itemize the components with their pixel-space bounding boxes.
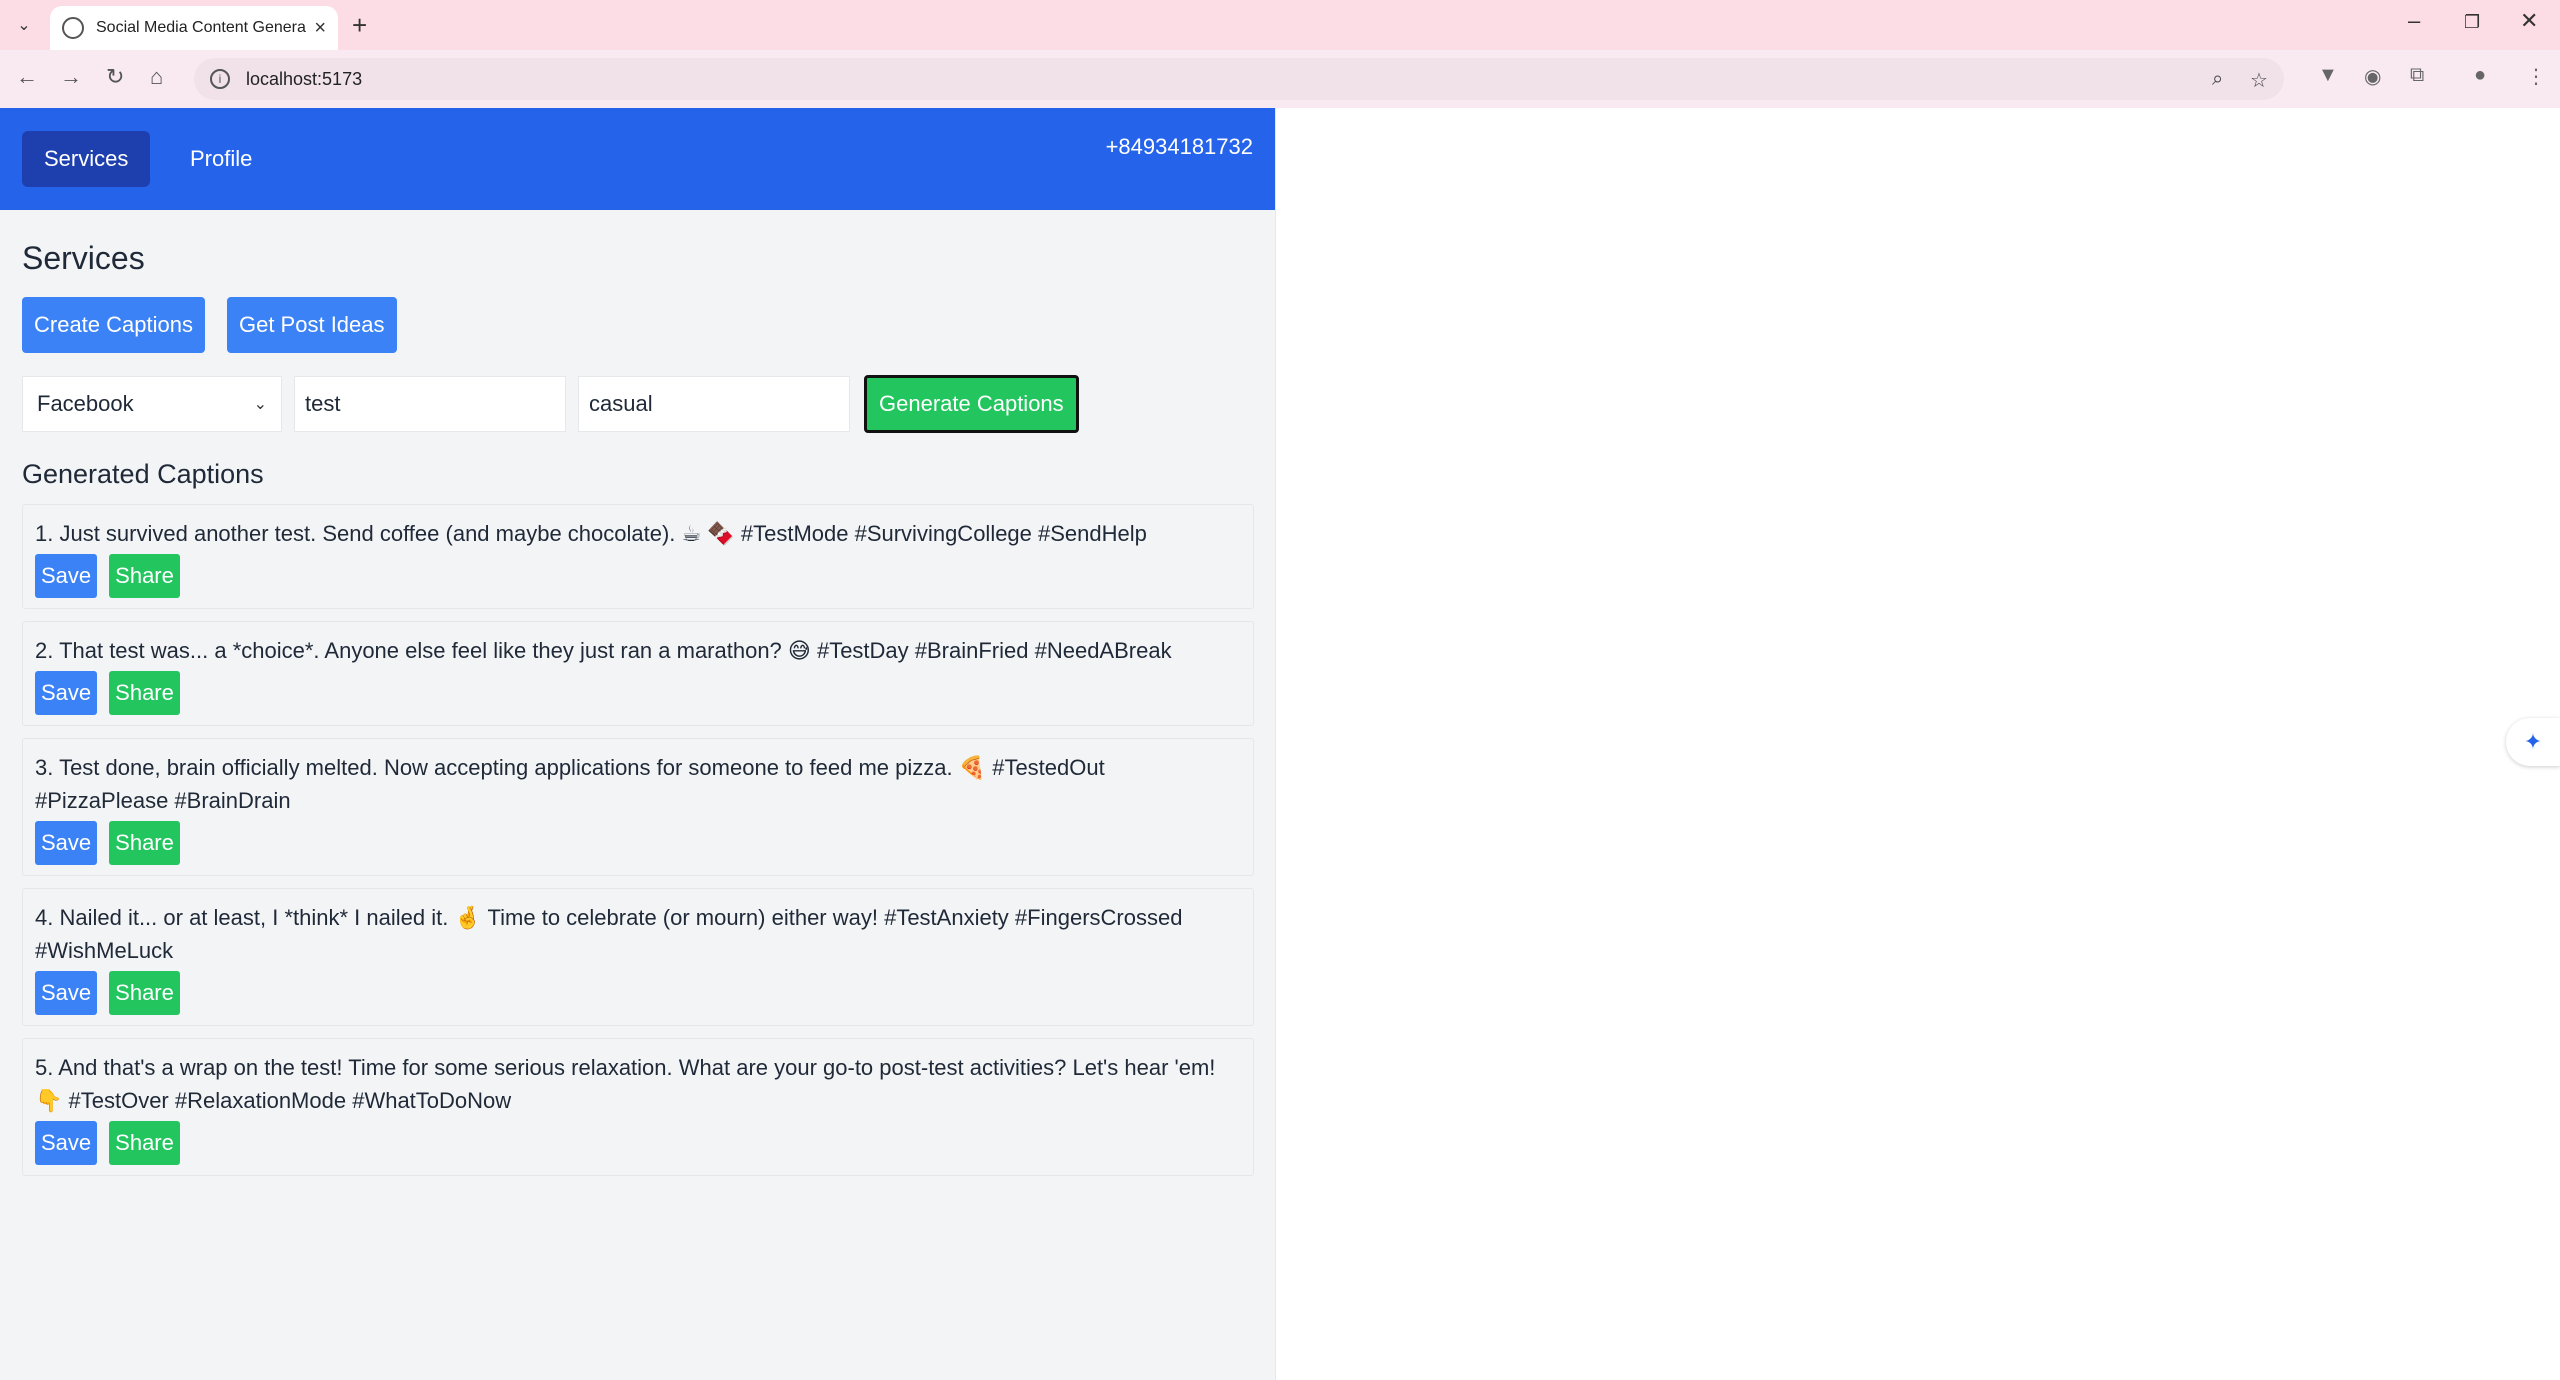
create-captions-button[interactable]: Create Captions <box>22 297 205 353</box>
tone-input[interactable]: casual <box>578 376 850 432</box>
window-close-icon[interactable]: ✕ <box>2520 8 2538 34</box>
nav-profile[interactable]: Profile <box>168 131 274 187</box>
extension-v-icon[interactable]: ▼ <box>2318 64 2338 87</box>
restore-icon[interactable]: ❐ <box>2464 12 2480 33</box>
share-button[interactable]: Share <box>109 821 180 865</box>
home-icon[interactable]: ⌂ <box>150 64 163 90</box>
reload-icon[interactable]: ↻ <box>106 64 124 90</box>
caption-card: 1. Just survived another test. Send coff… <box>22 504 1254 609</box>
caption-text: 3. Test done, brain officially melted. N… <box>35 755 1105 813</box>
tab-search-chevron-icon[interactable]: ⌄ <box>10 11 38 39</box>
caption-actions: Save Share <box>35 554 1241 598</box>
camera-icon[interactable]: ◉ <box>2364 64 2381 89</box>
caption-card: 4. Nailed it... or at least, I *think* I… <box>22 888 1254 1026</box>
browser-tab[interactable]: Social Media Content Generator × <box>50 6 338 50</box>
get-post-ideas-button[interactable]: Get Post Ideas <box>226 297 397 353</box>
captions-list: 1. Just survived another test. Send coff… <box>22 504 1254 1176</box>
close-tab-icon[interactable]: × <box>314 17 326 40</box>
caption-actions: Save Share <box>35 821 1241 865</box>
minimize-icon[interactable]: – <box>2408 8 2420 34</box>
browser-toolbar: ← → ↻ ⌂ i localhost:5173 ⌕ ☆ ▼ ◉ ⧉ ● ⋮ <box>0 50 2560 108</box>
platform-select[interactable]: Facebook ⌄ <box>22 376 282 432</box>
profile-avatar-icon[interactable]: ● <box>2474 64 2486 87</box>
share-button[interactable]: Share <box>109 1121 180 1165</box>
app-panel: Services Profile +84934181732 Services C… <box>0 108 1276 1380</box>
generate-captions-button[interactable]: Generate Captions <box>864 375 1079 433</box>
caption-card: 5. And that's a wrap on the test! Time f… <box>22 1038 1254 1176</box>
zoom-icon[interactable]: ⌕ <box>2212 68 2223 91</box>
address-bar[interactable]: i localhost:5173 ⌕ ☆ <box>194 58 2284 100</box>
assistant-sparkle-icon[interactable]: ✦ <box>2506 718 2560 766</box>
caption-actions: Save Share <box>35 671 1241 715</box>
save-button[interactable]: Save <box>35 1121 98 1165</box>
new-tab-icon[interactable]: + <box>352 10 367 41</box>
caption-actions: Save Share <box>35 971 1241 1015</box>
site-info-icon[interactable]: i <box>210 69 230 89</box>
save-button[interactable]: Save <box>35 671 98 715</box>
share-button[interactable]: Share <box>109 671 180 715</box>
caption-text: 4. Nailed it... or at least, I *think* I… <box>35 905 1183 963</box>
user-phone: +84934181732 <box>1105 134 1253 159</box>
caption-text: 1. Just survived another test. Send coff… <box>35 521 1147 546</box>
topic-input[interactable]: test <box>294 376 566 432</box>
share-button[interactable]: Share <box>109 554 180 598</box>
caption-text: 2. That test was... a *choice*. Anyone e… <box>35 638 1172 663</box>
share-button[interactable]: Share <box>109 971 180 1015</box>
caption-actions: Save Share <box>35 1121 1241 1165</box>
caption-form: Facebook ⌄ test casual Generate Captions <box>22 375 1253 433</box>
caption-card: 2. That test was... a *choice*. Anyone e… <box>22 621 1254 726</box>
tab-title: Social Media Content Generator <box>96 19 307 36</box>
extensions-puzzle-icon[interactable]: ⧉ <box>2410 64 2424 87</box>
chevron-down-icon: ⌄ <box>253 396 267 413</box>
save-button[interactable]: Save <box>35 821 98 865</box>
page-title: Services <box>22 240 145 276</box>
address-url: localhost:5173 <box>246 68 363 89</box>
generated-captions-title: Generated Captions <box>22 459 264 489</box>
service-tabs: Create Captions Get Post Ideas <box>22 297 1253 353</box>
caption-card: 3. Test done, brain officially melted. N… <box>22 738 1254 876</box>
browser-tabstrip: ⌄ Social Media Content Generator × + – ❐… <box>0 0 2560 50</box>
platform-select-value: Facebook <box>37 391 134 416</box>
caption-text: 5. And that's a wrap on the test! Time f… <box>35 1055 1216 1113</box>
save-button[interactable]: Save <box>35 971 98 1015</box>
forward-icon[interactable]: → <box>60 64 82 90</box>
save-button[interactable]: Save <box>35 554 98 598</box>
nav-services[interactable]: Services <box>22 131 151 187</box>
menu-dots-icon[interactable]: ⋮ <box>2526 64 2546 89</box>
top-navbar: Services Profile +84934181732 <box>0 108 1275 210</box>
globe-icon <box>62 17 84 39</box>
back-icon[interactable]: ← <box>16 64 38 90</box>
bookmark-star-icon[interactable]: ☆ <box>2250 68 2268 93</box>
main-content: Services Create Captions Get Post Ideas … <box>0 240 1275 1176</box>
